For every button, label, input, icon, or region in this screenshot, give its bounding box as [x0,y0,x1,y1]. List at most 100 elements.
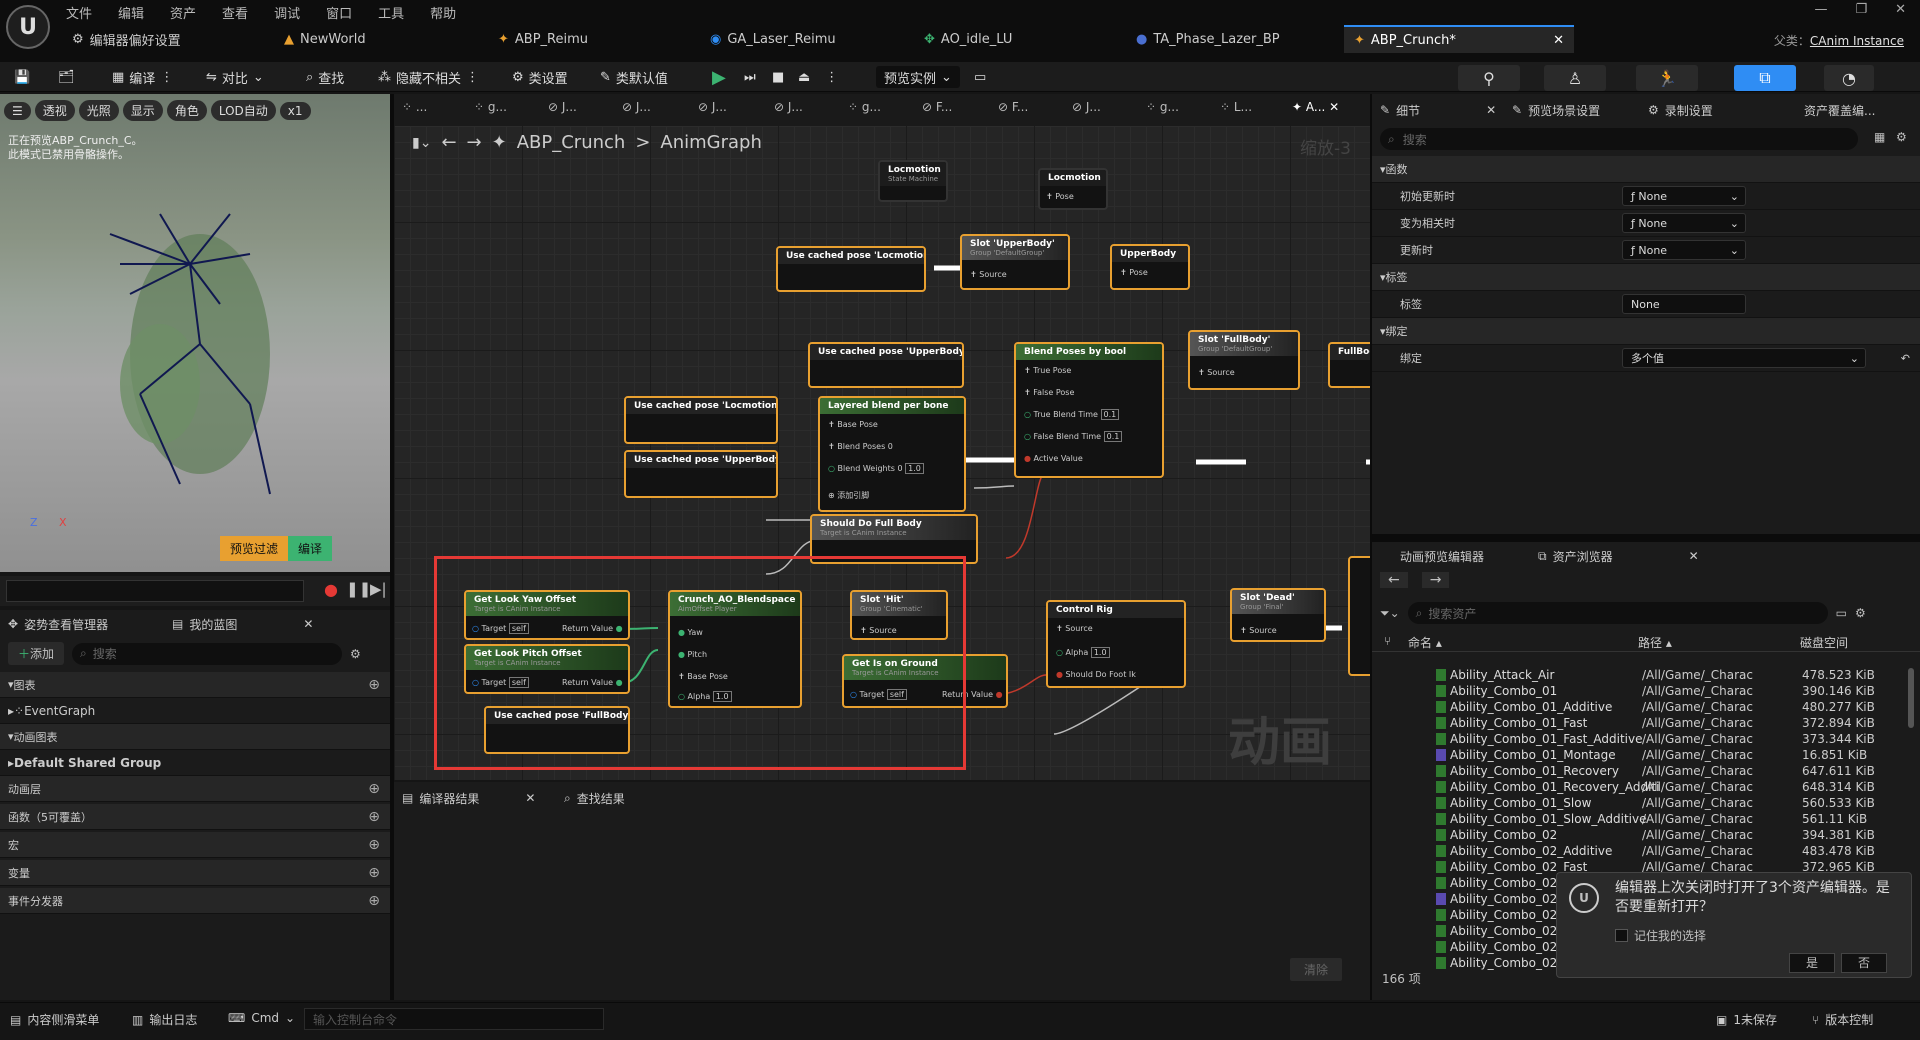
unreal-logo-icon[interactable]: U [6,5,50,49]
record-icon[interactable]: ● [324,580,338,599]
doc-tab-ta-phase[interactable]: ● TA_Phase_Lazer_BP [1136,28,1280,50]
asset-row[interactable]: Ability_Attack_Air/All/Game/_Charac 478.5… [1372,668,1920,684]
forward-arrow-icon[interactable]: → [467,132,482,153]
menu-view[interactable]: 查看 [222,3,248,22]
section-binding-header[interactable]: ▾ 绑定 [1372,318,1920,345]
add-icon[interactable]: ⊕ [368,893,380,909]
asset-row[interactable]: Ability_Combo_01_Montage/All/Game/_Chara… [1372,748,1920,764]
blueprint-mode-button[interactable]: ⧉ [1734,65,1796,91]
clear-button[interactable]: 清除 [1290,958,1343,981]
more-icon[interactable]: ⋮ [466,70,479,85]
section-macros[interactable]: 宏 ⊕ [0,832,390,858]
asset-row[interactable]: Ability_Combo_01_Slow/All/Game/_Charac 56… [1372,796,1920,812]
tab-preview-scene[interactable]: ✎ 预览场景设置 [1512,98,1600,122]
asset-row[interactable]: Ability_Combo_01_Slow_Additive/All/Game/… [1372,812,1920,828]
filter-icon[interactable]: ⏷⌄ [1380,606,1400,621]
splitter-right[interactable] [1370,94,1372,1000]
preview-filter-button[interactable]: 预览过滤 [220,536,289,561]
back-arrow-icon[interactable]: ← [441,132,456,153]
graph-tab-4[interactable]: ⊘ J... [698,100,727,114]
asset-search-input[interactable]: ⌕ 搜索资产 [1407,602,1828,624]
item-eventgraph[interactable]: ▸ ⁘ EventGraph [0,698,390,724]
graph-tab-9[interactable]: ⊘ J... [1072,100,1101,114]
col-path[interactable]: 路径 ▴ [1638,634,1672,651]
graph-tab-animgraph[interactable]: ✦ A... ✕ [1292,100,1339,114]
content-drawer-button[interactable]: ▤ 内容侧滑菜单 [10,1011,99,1028]
more-icon[interactable]: ⋮ [825,70,838,85]
node-slot-dead[interactable]: Slot 'Dead' Group 'Final' ✝ Source [1230,588,1326,642]
find-button[interactable]: ⌕ 查找 [306,66,344,88]
menu-asset[interactable]: 资产 [170,3,196,22]
section-tags-header[interactable]: ▾ 标签 [1372,264,1920,291]
node-fullbody-cache[interactable]: FullBod [1328,342,1370,388]
stop-button[interactable]: ■ [772,66,784,88]
class-defaults-button[interactable]: ✎ 类默认值 [600,66,668,88]
breadcrumb-root[interactable]: ABP_Crunch [517,132,626,153]
tab-details[interactable]: ✎ 细节 ✕ [1380,98,1496,122]
lod-button[interactable]: LOD自动 [210,100,276,121]
viewport-compile-button[interactable]: 编译 [288,536,333,561]
close-icon[interactable]: ✕ [525,791,535,805]
physics-mode-button[interactable]: ◔ [1824,65,1874,91]
folder-icon[interactable]: ▭ [1836,606,1847,620]
tab-record-settings[interactable]: ⚙ 录制设置 [1648,98,1713,122]
node-slot-upperbody[interactable]: Slot 'UpperBody' Group 'DefaultGroup' ✝ S… [960,234,1070,290]
add-button[interactable]: ＋添加 [8,642,65,665]
step-forward-icon[interactable]: ▶| [370,580,387,598]
initial-update-dropdown[interactable]: ƒ None ⌄ [1622,186,1746,206]
asset-scrollbar[interactable] [1908,668,1914,728]
console-input[interactable]: 输入控制台命令 [304,1008,604,1030]
node-locmotion-state-machine[interactable]: Locmotion State Machine [878,160,948,202]
diff-button[interactable]: ⇋ 对比 ⌄ [206,66,264,88]
eject-button[interactable]: ⏏ ⋮ [798,66,838,88]
playback-speed-button[interactable]: x1 [279,101,311,120]
asset-row[interactable]: Ability_Combo_01_Fast/All/Game/_Charac 37… [1372,716,1920,732]
details-search[interactable]: ⌕ 搜索 [1380,128,1858,150]
close-icon[interactable]: ✕ [1486,103,1496,117]
on-update-dropdown[interactable]: ƒ None ⌄ [1622,240,1746,260]
my-blueprint-search[interactable]: ⌕ 搜索 [72,642,343,665]
menu-tools[interactable]: 工具 [378,3,404,22]
gear-icon[interactable]: ⚙ [350,647,361,661]
minimize-icon[interactable]: — [1814,2,1827,17]
tab-asset-override[interactable]: 资产覆盖编... [1804,98,1875,122]
col-disk[interactable]: 磁盘空间 [1800,634,1848,651]
compile-button[interactable]: ▦ 编译 ⋮ [112,66,173,88]
asset-row[interactable]: Ability_Combo_01_Recovery/All/Game/_Char… [1372,764,1920,780]
parent-class-link[interactable]: CAnim Instance [1810,34,1904,48]
tab-my-blueprint[interactable]: ▤ 我的蓝图 ✕ [172,612,313,636]
graph-tab-2[interactable]: ⊘ J... [548,100,577,114]
character-button[interactable]: 角色 [166,100,207,121]
remember-checkbox[interactable] [1615,929,1628,942]
doc-tab-newworld[interactable]: ▲ NewWorld [284,28,366,50]
menu-help[interactable]: 帮助 [430,3,456,22]
doc-tab-abp-reimu[interactable]: ✦ ABP_Reimu [498,28,588,50]
timeline[interactable] [6,580,304,602]
add-icon[interactable]: ⊕ [368,837,380,853]
maximize-icon[interactable]: ❐ [1855,2,1867,17]
add-pin-icon[interactable]: ⊕ [828,491,837,500]
close-icon[interactable]: ✕ [303,617,313,631]
menu-edit[interactable]: 编辑 [118,3,144,22]
section-functions-header[interactable]: ▾ 函数 [1372,156,1920,183]
no-button[interactable]: 否 [1841,953,1887,973]
graph-tab-3[interactable]: ⊘ J... [622,100,651,114]
menu-icon[interactable]: ☰ [4,101,31,120]
graph-tab-5[interactable]: ⊘ J... [774,100,803,114]
menu-file[interactable]: 文件 [66,3,92,22]
close-icon[interactable]: ✕ [1689,549,1699,563]
node-use-cached-locmotion-top[interactable]: Use cached pose 'Locmotion' [776,246,926,292]
add-icon[interactable]: ⊕ [368,781,380,797]
class-settings-button[interactable]: ⚙ 类设置 [512,66,568,88]
hide-unrelated-button[interactable]: ⁂ 隐藏不相关 ⋮ [378,66,479,88]
columns-icon[interactable]: ⑂ [1384,634,1391,648]
gear-icon[interactable]: ⚙ [1855,606,1866,620]
add-icon[interactable]: ⊕ [368,809,380,825]
become-relevant-dropdown[interactable]: ƒ None ⌄ [1622,213,1746,233]
add-icon[interactable]: ⊕ [368,677,380,693]
close-window-icon[interactable]: ✕ [1895,2,1906,17]
tab-find-results[interactable]: ⌕ 查找结果 [564,786,625,810]
asset-row[interactable]: Ability_Combo_01_Fast_Additive/All/Game/… [1372,732,1920,748]
graph-tab-6[interactable]: ⁘ g... [848,100,881,114]
perspective-button[interactable]: 透视 [34,100,75,121]
